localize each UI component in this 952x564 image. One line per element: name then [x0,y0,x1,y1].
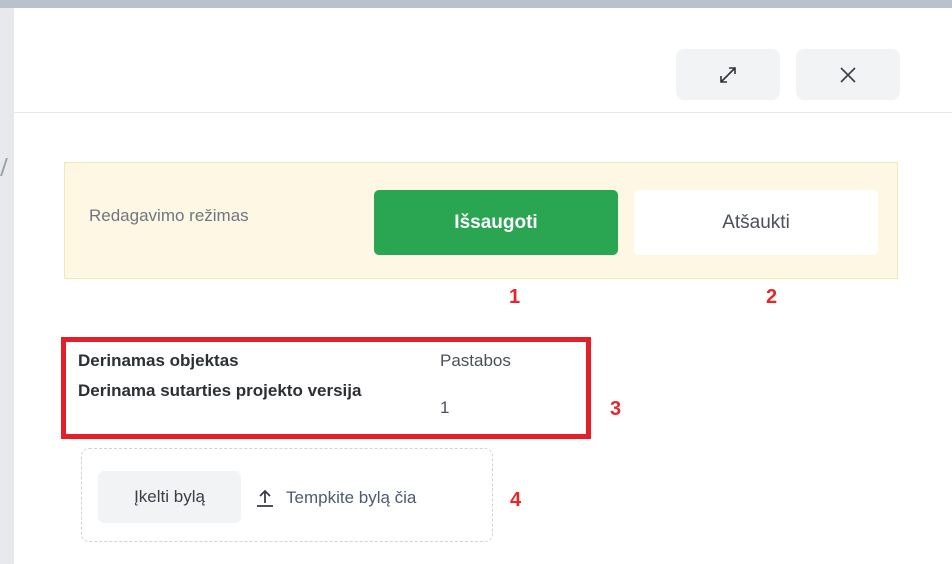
edit-mode-label: Redagavimo režimas [89,206,249,225]
annotation-highlight-box [61,337,591,439]
edit-mode-bar: Redagavimo režimas Išsaugoti Atšaukti [64,162,898,279]
save-button[interactable]: Išsaugoti [374,190,618,255]
expand-arrows-icon [720,66,736,83]
annotation-marker-1: 1 [509,286,521,308]
background-divider [0,158,8,176]
annotation-marker-4: 4 [510,489,522,511]
annotation-marker-3: 3 [610,398,622,420]
file-upload-dropzone[interactable]: Įkelti bylą Tempkite bylą čia [81,448,493,542]
expand-button[interactable] [676,49,780,100]
close-x-icon [840,66,856,83]
background-page-edge [0,8,14,564]
drag-file-area[interactable]: Tempkite bylą čia [254,483,416,513]
upload-arrow-icon [257,489,273,507]
cancel-button[interactable]: Atšaukti [634,190,878,255]
upload-file-button[interactable]: Įkelti bylą [98,471,241,523]
drag-file-label: Tempkite bylą čia [286,488,417,507]
annotation-marker-2: 2 [766,286,778,308]
header-divider [14,112,952,113]
background-window-strip [0,0,952,8]
close-button[interactable] [796,49,900,100]
edit-modal: Redagavimo režimas Išsaugoti Atšaukti 1 … [14,8,952,564]
